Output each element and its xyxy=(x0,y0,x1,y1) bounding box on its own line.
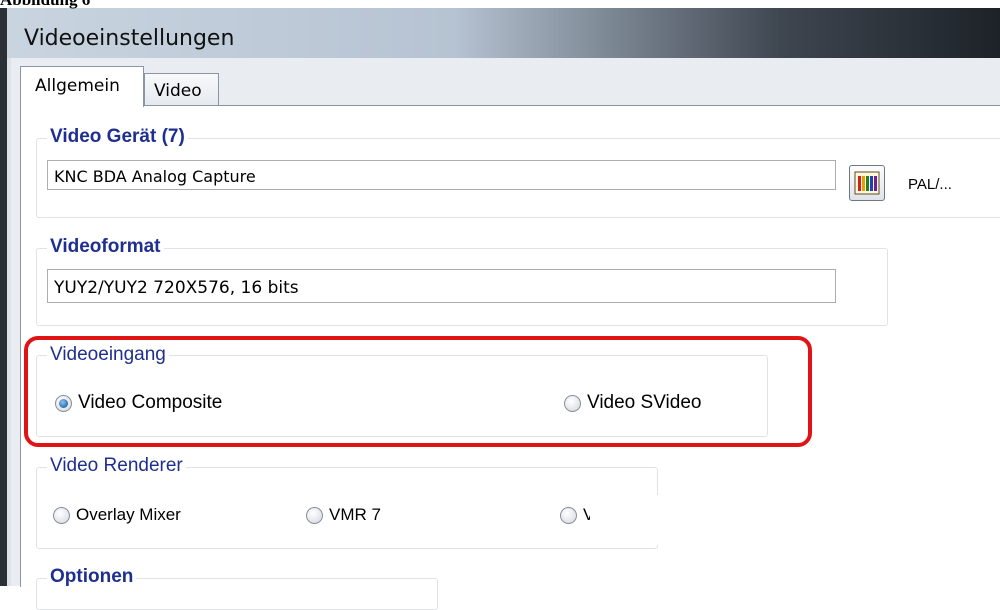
video-properties-icon xyxy=(854,171,880,195)
radio-video-composite-label: Video Composite xyxy=(78,392,223,413)
radio-vmr7-label: VMR 7 xyxy=(329,505,381,524)
radio-overlay-mixer-label: Overlay Mixer xyxy=(76,505,181,524)
tab-allgemein[interactable]: Allgemein xyxy=(20,66,144,107)
radio-video-svideo[interactable]: Video SVideo xyxy=(564,392,701,414)
radio-vmr7[interactable]: VMR 7 xyxy=(306,505,381,525)
radio-button[interactable] xyxy=(564,394,581,412)
radio-video-composite[interactable]: Video Composite xyxy=(55,392,222,414)
figure-caption: Abbildung 6 xyxy=(0,0,90,10)
video-renderer-legend: Video Renderer xyxy=(47,455,186,477)
video-format-field[interactable]: YUY2/YUY2 720X576, 16 bits xyxy=(47,269,836,303)
radio-button[interactable] xyxy=(53,506,70,524)
window-title: Videoeinstellungen xyxy=(24,26,235,51)
video-standard-label: PAL/... xyxy=(908,176,952,193)
options-legend: Optionen xyxy=(47,566,137,588)
radio-button[interactable] xyxy=(560,506,577,524)
video-properties-button[interactable] xyxy=(849,165,885,201)
video-device-legend: Video Gerät (7) xyxy=(47,126,188,148)
crop-mask xyxy=(590,495,1000,545)
radio-video-svideo-label: Video SVideo xyxy=(587,392,702,413)
video-input-legend: Videoeingang xyxy=(47,344,169,366)
video-device-field[interactable]: KNC BDA Analog Capture xyxy=(47,160,836,190)
video-format-legend: Videoformat xyxy=(47,236,164,258)
radio-button[interactable] xyxy=(306,506,323,524)
tab-video[interactable]: Video xyxy=(144,73,219,107)
radio-overlay-mixer[interactable]: Overlay Mixer xyxy=(53,505,181,525)
tab-strip: Allgemein Video xyxy=(20,66,1000,107)
radio-button-checked[interactable] xyxy=(55,394,72,412)
window-frame-edge xyxy=(0,8,7,586)
window-titlebar[interactable]: Videoeinstellungen xyxy=(7,8,1000,58)
